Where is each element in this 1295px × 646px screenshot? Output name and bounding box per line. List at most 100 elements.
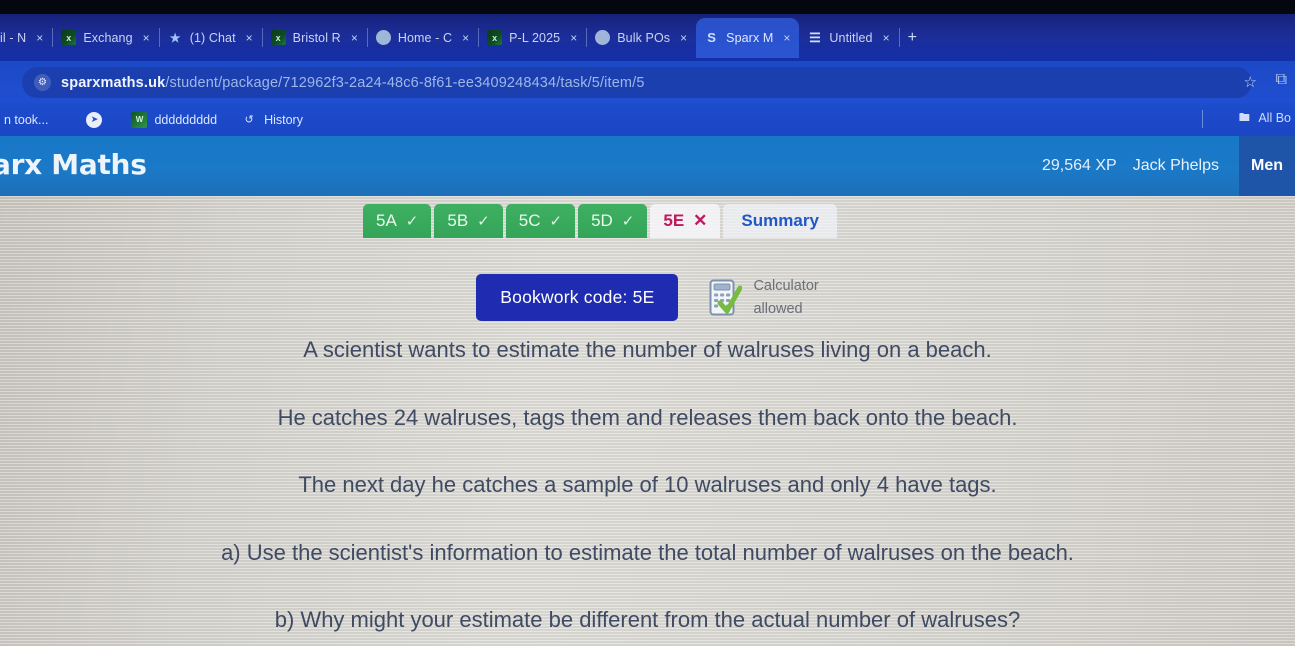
question-line-3: The next day he catches a sample of 10 w… xyxy=(298,472,997,498)
sparx-logo-text: arx Maths xyxy=(0,148,147,181)
bookmark-item-2[interactable]: W ddddddddd xyxy=(131,111,218,128)
sparx-icon: S xyxy=(707,30,716,45)
excel-icon: x xyxy=(270,30,286,45)
green-square-icon: W xyxy=(131,111,148,128)
check-icon: ✓ xyxy=(621,213,635,230)
question-text-block: A scientist wants to estimate the number… xyxy=(0,336,1295,635)
part-tab-5a[interactable]: 5A ✓ xyxy=(363,204,432,238)
question-line-4: a) Use the scientist's information to es… xyxy=(221,539,1074,565)
browser-window: il - N × x Exchang × ★ (1) Chat × x Bris… xyxy=(0,0,1295,646)
tab-close-icon[interactable]: × xyxy=(677,31,690,45)
header-right-group: 29,564 XP Jack Phelps Men xyxy=(1042,136,1295,196)
tab-close-icon[interactable]: × xyxy=(459,31,472,45)
part-tab-label: 5E xyxy=(663,211,685,230)
tab-title: il - N xyxy=(0,30,27,45)
browser-tab-4[interactable]: Home - C × xyxy=(368,18,478,58)
address-bar[interactable]: ⚙ sparxmaths.uk/student/package/712962f3… xyxy=(22,67,1252,98)
browser-tab-3[interactable]: x Bristol R × xyxy=(263,18,367,58)
check-icon: ✓ xyxy=(405,213,419,230)
share-circle-icon: ➤ xyxy=(86,111,103,128)
tab-title: P-L 2025 xyxy=(509,30,561,45)
browser-tab-5[interactable]: x P-L 2025 × xyxy=(479,18,586,58)
part-tab-label: 5C xyxy=(518,211,541,230)
question-line-1: A scientist wants to estimate the number… xyxy=(303,337,992,362)
bookmark-label: History xyxy=(264,112,303,127)
tab-close-icon[interactable]: × xyxy=(780,31,793,45)
part-tab-label: 5B xyxy=(447,211,469,230)
bookmark-item-history[interactable]: ↺ History xyxy=(241,112,303,128)
browser-tab-6[interactable]: Bulk POs × xyxy=(587,18,696,58)
user-name[interactable]: Jack Phelps xyxy=(1133,157,1239,175)
browser-tab-0[interactable]: il - N × xyxy=(0,18,52,58)
tab-close-icon[interactable]: × xyxy=(567,31,580,45)
bookmarks-divider xyxy=(1202,110,1203,128)
cross-icon: ✕ xyxy=(693,211,708,230)
folder-icon: 🖿 xyxy=(1238,111,1250,124)
check-icon: ✓ xyxy=(549,213,563,230)
bookmark-item-1[interactable]: ➤ xyxy=(86,111,109,128)
tab-title: Bristol R xyxy=(292,30,341,45)
part-tab-summary[interactable]: Summary xyxy=(723,204,837,238)
tab-title: (1) Chat xyxy=(189,30,236,45)
url-text: sparxmaths.uk/student/package/712962f3-2… xyxy=(61,75,645,91)
tab-title: Bulk POs xyxy=(617,30,671,45)
bookmark-item-0[interactable]: n took... xyxy=(4,113,48,127)
new-tab-button[interactable]: + xyxy=(900,29,925,47)
part-tab-label: Summary xyxy=(741,211,819,230)
document-icon: ☰ xyxy=(809,30,821,45)
question-page: 5A ✓ 5B ✓ 5C ✓ 5D ✓ 5E ✕ Summary Bookwor… xyxy=(0,196,1295,646)
tab-title: Untitled xyxy=(829,30,873,45)
url-domain: sparxmaths.uk xyxy=(61,74,166,91)
all-bookmarks-label: All Bo xyxy=(1258,111,1291,125)
part-tab-label: 5A xyxy=(376,211,397,230)
browser-tab-2[interactable]: ★ (1) Chat × xyxy=(160,18,262,58)
tab-close-icon[interactable]: × xyxy=(33,31,46,45)
browser-tab-strip: il - N × x Exchang × ★ (1) Chat × x Bris… xyxy=(0,14,1295,61)
check-icon: ✓ xyxy=(477,213,490,230)
excel-icon: x xyxy=(487,30,503,45)
question-part-tabs: 5A ✓ 5B ✓ 5C ✓ 5D ✓ 5E ✕ Summary xyxy=(363,204,840,240)
history-icon: ↺ xyxy=(244,114,254,126)
browser-tab-sparx-active[interactable]: S Sparx M × xyxy=(696,17,800,58)
tab-title: Home - C xyxy=(397,30,453,45)
xp-counter: 29,564 XP xyxy=(1042,157,1117,174)
sparx-app-header: arx Maths 29,564 XP Jack Phelps Men xyxy=(0,136,1295,196)
calculator-check-icon xyxy=(708,278,743,318)
part-tab-5b[interactable]: 5B ✓ xyxy=(434,204,503,238)
tab-title: Sparx M xyxy=(726,30,774,45)
bookwork-code-badge: Bookwork code: 5E xyxy=(476,274,679,321)
calculator-allowed-block: Calculator allowed xyxy=(708,275,819,320)
browser-tab-8[interactable]: ☰ Untitled × xyxy=(799,18,898,58)
bookmark-label: ddddddddd xyxy=(154,112,218,127)
window-titlebar-strip xyxy=(0,0,1295,14)
url-path: /student/package/712962f3-2a24-48c6-8f61… xyxy=(165,74,645,91)
generic-site-icon xyxy=(375,30,391,45)
extensions-icon[interactable]: ⧉ xyxy=(1276,71,1287,89)
bookmark-star-icon[interactable]: ☆ xyxy=(1244,73,1257,91)
tab-close-icon[interactable]: × xyxy=(880,31,893,45)
part-tab-label: 5D xyxy=(591,211,613,230)
calculator-allowed-text: Calculator allowed xyxy=(753,275,818,320)
bookmarks-bar: n took... ➤ W ddddddddd ↺ History 🖿 All … xyxy=(0,103,1295,136)
tab-title: Exchang xyxy=(83,30,133,45)
bookmark-label: n took... xyxy=(4,112,49,127)
all-bookmarks-button[interactable]: 🖿 All Bo xyxy=(1236,110,1291,126)
browser-tab-1[interactable]: x Exchang × xyxy=(53,18,158,58)
question-line-5: b) Why might your estimate be different … xyxy=(274,607,1021,633)
tune-icon[interactable]: ⚙ xyxy=(34,74,51,91)
calculator-line-2: allowed xyxy=(753,300,803,317)
menu-button[interactable]: Men xyxy=(1239,136,1295,196)
calculator-line-1: Calculator xyxy=(753,278,819,295)
generic-site-icon xyxy=(595,30,611,45)
part-tab-5c[interactable]: 5C ✓ xyxy=(505,204,576,238)
excel-icon: x xyxy=(61,30,77,45)
tab-close-icon[interactable]: × xyxy=(348,31,361,45)
part-tab-5d[interactable]: 5D ✓ xyxy=(578,204,648,238)
tab-close-icon[interactable]: × xyxy=(140,31,153,45)
question-line-2: He catches 24 walruses, tags them and re… xyxy=(277,404,1018,430)
bookwork-row: Bookwork code: 5E Calculator allowed xyxy=(0,274,1295,321)
tab-close-icon[interactable]: × xyxy=(243,31,256,45)
teams-icon: ★ xyxy=(169,30,181,45)
part-tab-5e[interactable]: 5E ✕ xyxy=(650,204,721,238)
browser-toolbar: ⚙ sparxmaths.uk/student/package/712962f3… xyxy=(0,61,1295,103)
